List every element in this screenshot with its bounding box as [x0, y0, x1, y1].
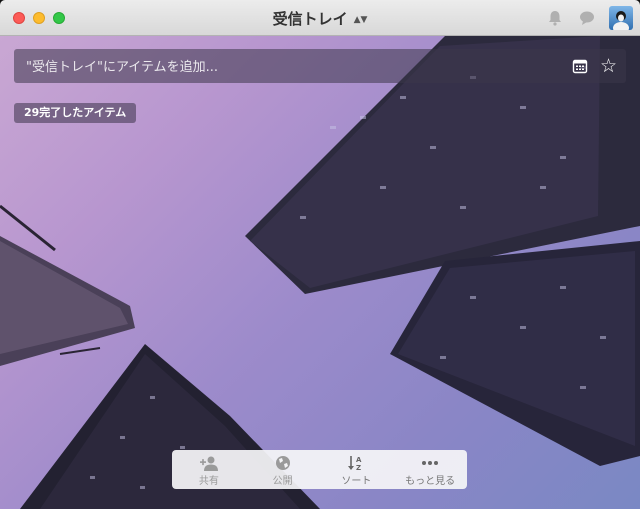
globe-icon	[275, 455, 290, 470]
chat-bubble-icon[interactable]	[578, 9, 596, 27]
bottom-toolbar: 共有 公開 A Z ソート もっと見る	[172, 450, 467, 489]
list-title-selector[interactable]: 受信トレイ ▲▼	[0, 8, 640, 29]
sort-az-icon: A Z	[348, 455, 362, 471]
add-item-input[interactable]	[24, 49, 568, 85]
user-avatar[interactable]	[609, 6, 633, 30]
star-icon[interactable]: ☆	[600, 55, 617, 77]
svg-text:A: A	[356, 456, 362, 464]
more-button[interactable]: もっと見る	[395, 453, 465, 487]
window-title: 受信トレイ	[272, 10, 348, 28]
more-label: もっと見る	[405, 475, 456, 487]
completed-items-button[interactable]: 29完了したアイテム	[14, 103, 137, 123]
sort-button[interactable]: A Z ソート	[321, 453, 391, 487]
app-window: 受信トレイ ▲▼ ☆	[0, 0, 640, 509]
add-person-icon	[199, 456, 218, 471]
title-bar: 受信トレイ ▲▼	[0, 0, 640, 36]
sort-label: ソート	[341, 475, 372, 487]
bell-icon[interactable]	[546, 9, 564, 27]
completed-items-label: 29完了したアイテム	[24, 106, 127, 119]
svg-text:Z: Z	[356, 464, 361, 471]
chevron-updown-icon: ▲▼	[353, 15, 368, 25]
share-button[interactable]: 共有	[174, 453, 244, 487]
publish-button[interactable]: 公開	[248, 453, 318, 487]
calendar-icon[interactable]	[572, 58, 588, 74]
publish-label: 公開	[272, 475, 293, 487]
more-dots-icon	[422, 460, 439, 465]
share-label: 共有	[198, 475, 219, 487]
add-item-bar: ☆	[14, 49, 626, 85]
